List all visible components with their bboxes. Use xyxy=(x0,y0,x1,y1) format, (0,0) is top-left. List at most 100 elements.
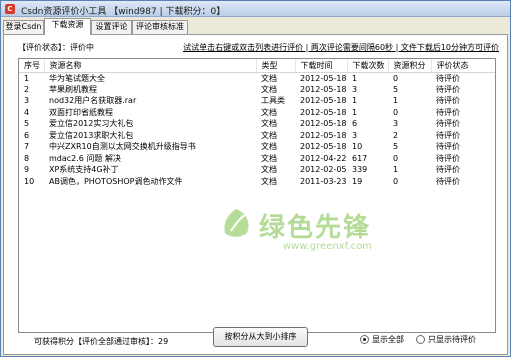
cell-points: 3 xyxy=(393,119,399,129)
status-value: 评价中 xyxy=(70,43,94,52)
cell-download-time: 2012-05-18 xyxy=(300,96,347,106)
cell-name: 中兴ZXR10自测以太网交换机升级指导书 xyxy=(49,142,196,152)
tab-review-standards[interactable]: 评论审核标准 xyxy=(132,20,188,34)
cell-name: nod32用户名获取器.rar xyxy=(49,96,137,106)
cell-status: 待评价 xyxy=(436,153,460,163)
show-pending-radio[interactable]: 只显示待评价 xyxy=(416,335,476,345)
evaluation-status: 【评价状态】：评价中 xyxy=(18,42,94,53)
cell-index: 3 xyxy=(24,96,30,106)
table-row[interactable]: 3 nod32用户名获取器.rar 工具类 2012-05-18 1 1 待评价 xyxy=(19,95,495,107)
cell-type: 文档 xyxy=(261,73,277,83)
cell-name: 爱立信2012实习大礼包 xyxy=(49,119,134,129)
list-header: 序号 资源名称 类型 下载时间 下载次数 资源积分 评价状态 xyxy=(19,59,495,73)
download-resources-panel: 【评价状态】：评价中 试试单击右键或双击列表进行评价 | 两次评论需要间隔60秒… xyxy=(3,34,508,355)
tab-download-resources[interactable]: 下载资源 xyxy=(44,18,91,35)
cell-index: 2 xyxy=(24,84,30,94)
cell-type: 文档 xyxy=(261,153,277,163)
radio-checked-icon xyxy=(360,335,369,344)
cell-points: 2 xyxy=(393,130,399,140)
show-all-radio[interactable]: 显示全部 xyxy=(360,335,404,345)
points-label: 可获得积分【评价全部通过审核】： xyxy=(34,337,158,346)
resource-list[interactable]: 序号 资源名称 类型 下载时间 下载次数 资源积分 评价状态 1 华为笔试题大全文… xyxy=(18,58,496,333)
cell-type: 工具类 xyxy=(261,96,285,106)
cell-name: 双面打印省纸教程 xyxy=(49,107,113,117)
watermark-text: 绿色先锋 xyxy=(259,213,372,243)
cell-download-time: 2012-02-05 xyxy=(300,165,347,175)
cell-status: 待评价 xyxy=(436,176,460,186)
tab-comment-settings[interactable]: 设置评论 xyxy=(91,20,132,34)
table-row[interactable]: 5 爱立信2012实习大礼包 文档 2012-05-18 6 3 待评价 xyxy=(19,118,495,130)
obtainable-points: 可获得积分【评价全部通过审核】：29 xyxy=(34,336,168,347)
cell-points: 1 xyxy=(393,165,399,175)
table-row[interactable]: 2 苹果刷机教程 文档 2012-05-18 3 5 待评价 xyxy=(19,84,495,96)
cell-status: 待评价 xyxy=(436,142,460,152)
cell-status: 待评价 xyxy=(436,130,460,140)
cell-type: 文档 xyxy=(261,84,277,94)
cell-points: 5 xyxy=(393,142,399,152)
column-header-download-time[interactable]: 下载时间 xyxy=(294,59,347,73)
table-row[interactable]: 9 XP系统支持4G补丁 文档 2012-02-05 339 1 待评价 xyxy=(19,164,495,176)
cell-download-time: 2012-05-18 xyxy=(300,73,347,83)
cell-points: 0 xyxy=(393,176,399,186)
cell-name: 爱立信2013求职大礼包 xyxy=(49,130,134,140)
table-row[interactable]: 4 双面打印省纸教程 文档 2012-05-18 1 0 待评价 xyxy=(19,107,495,119)
show-all-label: 显示全部 xyxy=(372,335,404,344)
cell-index: 5 xyxy=(24,119,30,129)
cell-name: mdac2.6 问题 解决 xyxy=(49,153,121,163)
cell-status: 待评价 xyxy=(436,119,460,129)
cell-type: 文档 xyxy=(261,119,277,129)
table-row[interactable]: 7 中兴ZXR10自测以太网交换机升级指导书 文档 2012-05-18 10 5 待评价 xyxy=(19,141,495,153)
column-header-index[interactable]: 序号 xyxy=(19,59,44,73)
cell-points: 0 xyxy=(393,73,399,83)
cell-download-time: 2012-05-18 xyxy=(300,130,347,140)
column-header-download-count[interactable]: 下载次数 xyxy=(346,59,388,73)
cell-index: 4 xyxy=(24,107,30,117)
cell-index: 8 xyxy=(24,153,30,163)
cell-type: 文档 xyxy=(261,130,277,140)
cell-download-count: 617 xyxy=(352,153,368,163)
table-row[interactable]: 1 华为笔试题大全 文档 2012-05-18 1 0 待评价 xyxy=(19,72,495,84)
tab-login[interactable]: 登录Csdn xyxy=(3,20,44,34)
table-row[interactable]: 10 AB调色，PHOTOSHOP调色动作文件 文档 2011-03-23 19 0 待评价 xyxy=(19,176,495,188)
cell-type: 文档 xyxy=(261,165,277,175)
status-label: 【评价状态】： xyxy=(18,43,70,52)
cell-status: 待评价 xyxy=(436,84,460,94)
tab-strip: 登录Csdn 下载资源 设置评论 评论审核标准 xyxy=(3,18,508,35)
points-value: 29 xyxy=(158,337,169,346)
cell-name: 华为笔试题大全 xyxy=(49,73,105,83)
column-header-type[interactable]: 类型 xyxy=(255,59,295,73)
cell-name: 苹果刷机教程 xyxy=(49,84,97,94)
cell-type: 文档 xyxy=(261,176,277,186)
cell-download-count: 3 xyxy=(352,84,358,94)
usage-notice: 试试单击右键或双击列表进行评价 | 两次评论需要间隔60秒 | 文件下载后10分… xyxy=(183,43,499,52)
cell-points: 0 xyxy=(393,153,399,163)
greenxf-watermark: 绿色先锋 www.greenxf.com xyxy=(219,207,389,257)
cell-download-count: 1 xyxy=(352,96,358,106)
cell-download-count: 6 xyxy=(352,119,358,129)
cell-status: 待评价 xyxy=(436,96,460,106)
cell-index: 1 xyxy=(24,73,30,83)
cell-name: AB调色，PHOTOSHOP调色动作文件 xyxy=(49,176,183,186)
table-row[interactable]: 8 mdac2.6 问题 解决 文档 2012-04-22 617 0 待评价 xyxy=(19,153,495,165)
cell-download-time: 2011-03-23 xyxy=(300,176,347,186)
window-title: Csdn资源评价小工具 【wind987 | 下载积分：0】 xyxy=(21,7,226,17)
cell-download-count: 339 xyxy=(352,165,368,175)
cell-type: 文档 xyxy=(261,142,277,152)
cell-download-count: 19 xyxy=(352,176,363,186)
watermark-url: www.greenxf.com xyxy=(283,241,372,252)
app-window: C Csdn资源评价小工具 【wind987 | 下载积分：0】 登录Csdn … xyxy=(0,0,511,357)
cell-status: 待评价 xyxy=(436,73,460,83)
sort-by-points-button[interactable]: 按积分从大到小排序 xyxy=(213,327,308,347)
table-row[interactable]: 6 爱立信2013求职大礼包 文档 2012-05-18 3 2 待评价 xyxy=(19,130,495,142)
column-header-status[interactable]: 评价状态 xyxy=(430,59,495,73)
cell-points: 5 xyxy=(393,84,399,94)
cell-index: 9 xyxy=(24,165,30,175)
cell-download-time: 2012-04-22 xyxy=(300,153,347,163)
cell-download-time: 2012-05-18 xyxy=(300,142,347,152)
cell-status: 待评价 xyxy=(436,165,460,175)
show-pending-label: 只显示待评价 xyxy=(428,335,476,344)
column-header-points[interactable]: 资源积分 xyxy=(387,59,431,73)
column-header-name[interactable]: 资源名称 xyxy=(43,59,256,73)
cell-name: XP系统支持4G补丁 xyxy=(49,165,119,175)
cell-index: 10 xyxy=(24,176,35,186)
